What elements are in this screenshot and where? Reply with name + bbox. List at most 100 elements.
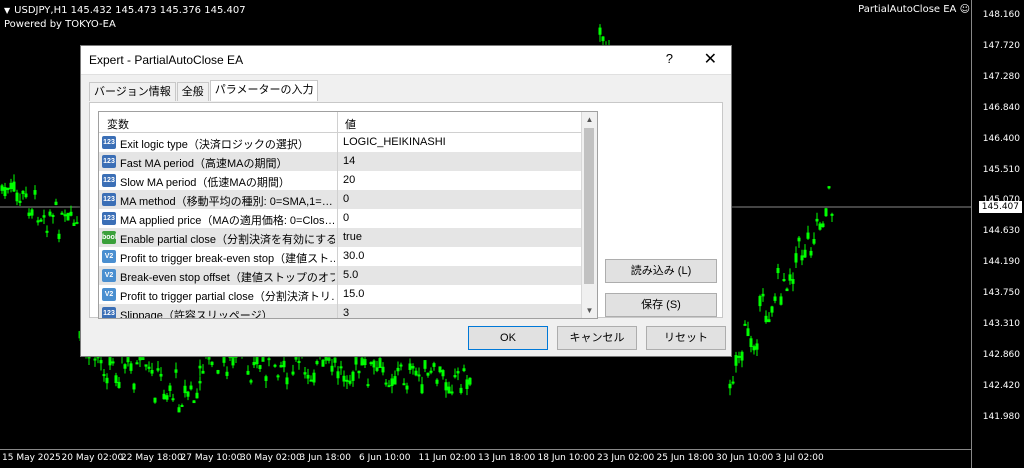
ea-label[interactable]: PartialAutoClose EA ☺ [858, 4, 970, 15]
candle-body [273, 364, 277, 367]
candle-body [93, 358, 97, 361]
candle-body [459, 387, 463, 393]
candle-body [159, 373, 163, 377]
help-button[interactable]: ? [666, 51, 673, 66]
candle-body [761, 293, 765, 297]
time-tick-label: 20 May 02:00 [61, 453, 124, 463]
candle-body [420, 384, 424, 394]
candle-body [249, 380, 253, 383]
column-header-variable[interactable]: 変数 [107, 116, 129, 132]
scroll-down-icon[interactable]: ▼ [582, 303, 597, 318]
candle-body [375, 367, 379, 371]
tab-input-parameters[interactable]: パラメーターの入力 [209, 80, 319, 101]
parameter-row[interactable]: V2 Break-even stop offset（建値ストップのオフ… 5.0 [99, 266, 597, 285]
integer-type-icon: 123 [102, 155, 116, 168]
candle-body [60, 212, 64, 215]
scroll-up-icon[interactable]: ▲ [582, 112, 597, 127]
candle-body [321, 359, 325, 367]
candle-body [465, 379, 469, 389]
dropdown-triangle-icon[interactable]: ▼ [4, 4, 10, 18]
parameter-row[interactable]: 123 Slippage（許容スリッページ） 3 [99, 304, 597, 319]
scroll-thumb[interactable] [584, 128, 594, 284]
candle-body [297, 360, 301, 363]
candle-body [177, 407, 181, 413]
parameter-row[interactable]: bool Enable partial close（分割決済を有効にする… true [99, 228, 597, 247]
candle-body [393, 376, 397, 385]
ok-button[interactable]: OK [468, 326, 548, 350]
candle-body [21, 190, 25, 195]
load-button[interactable]: 読み込み (L) [605, 259, 717, 283]
candle-body [806, 232, 810, 239]
parameter-value[interactable]: 0 [343, 193, 349, 205]
candle-body [354, 356, 358, 365]
parameter-row[interactable]: 123 Exit logic type（決済ロジックの選択） LOGIC_HEIKI… [99, 133, 597, 152]
parameter-value[interactable]: LOGIC_HEIKINASHI [343, 136, 446, 148]
price-chart[interactable]: ▼ USDJPY,H1 145.432 145.473 145.376 145.4… [0, 0, 1024, 468]
parameter-row[interactable]: 123 MA applied price（MAの適用価格: 0=Clos… 0 [99, 209, 597, 228]
parameter-row[interactable]: V2 Profit to trigger break-even stop（建値スト… [99, 247, 597, 266]
candle-body [776, 267, 780, 274]
parameter-name: Profit to trigger break-even stop（建値スト… [120, 253, 335, 265]
powered-by: Powered by TOKYO-EA [4, 19, 116, 30]
candle-body [147, 366, 151, 369]
candle-body [809, 250, 813, 256]
candle-body [743, 323, 747, 326]
column-header-value[interactable]: 値 [345, 116, 356, 132]
candle-body [791, 279, 795, 284]
parameter-row[interactable]: 123 Slow MA period（低速MAの期間） 20 [99, 171, 597, 190]
candle-body [758, 296, 762, 307]
candle-body [770, 306, 774, 313]
parameter-value[interactable]: 30.0 [343, 250, 364, 262]
parameter-name: Slippage（許容スリッページ） [120, 310, 273, 319]
candle-body [183, 385, 187, 394]
candle-body [366, 384, 370, 387]
parameter-value[interactable]: 0 [343, 212, 349, 224]
candle-body [111, 361, 115, 364]
parameter-value[interactable]: true [343, 231, 362, 243]
price-axis[interactable]: 145.407 148.160 147.720 147.280 146.840 146.… [971, 0, 1024, 468]
candle-body [9, 182, 13, 190]
cancel-button[interactable]: キャンセル [557, 326, 637, 350]
candle-body [51, 215, 55, 218]
parameter-value[interactable]: 15.0 [343, 288, 364, 300]
candle-body [426, 372, 430, 376]
candle-body [360, 357, 364, 366]
candle-body [402, 383, 406, 386]
parameter-value[interactable]: 3 [343, 307, 349, 318]
price-tick-label: 145.510 [982, 164, 1020, 175]
candle-body [255, 356, 259, 365]
parameter-row[interactable]: 123 MA method（移動平均の種別: 0=SMA,1=… 0 [99, 190, 597, 209]
parameter-value[interactable]: 5.0 [343, 269, 358, 281]
dialog-titlebar[interactable]: Expert - PartialAutoClose EA ? ✕ [81, 46, 731, 75]
price-tick-label: 146.840 [982, 102, 1020, 113]
symbol-line: USDJPY,H1 145.432 145.473 145.376 145.40… [14, 5, 246, 16]
save-button[interactable]: 保存 (S) [605, 293, 717, 317]
candle-body [45, 230, 49, 233]
price-tick-label: 143.750 [982, 288, 1020, 299]
candle-body [342, 375, 346, 382]
vertical-scrollbar[interactable]: ▲ ▼ [581, 112, 597, 318]
candle-body [69, 211, 73, 216]
candle-body [405, 385, 409, 390]
reset-button[interactable]: リセット [646, 326, 726, 350]
candle-body [731, 381, 735, 384]
candle-body [444, 382, 448, 391]
parameter-row[interactable]: V2 Profit to trigger partial close（分割決済トリ… [99, 285, 597, 304]
parameter-value[interactable]: 14 [343, 155, 355, 167]
parameter-row[interactable]: 123 Fast MA period（高速MAの期間） 14 [99, 152, 597, 171]
candle-body [3, 187, 7, 197]
time-tick-label: 13 Jun 18:00 [478, 453, 536, 463]
candle-body [138, 356, 142, 361]
close-icon[interactable]: ✕ [704, 49, 717, 69]
tab-general[interactable]: 全般 [176, 82, 209, 101]
parameter-value[interactable]: 20 [343, 174, 355, 186]
candle-body [815, 218, 819, 222]
tab-bar: バージョン情報 全般 パラメーターの入力 [89, 80, 319, 102]
candle-body [42, 215, 46, 218]
candle-body [339, 366, 343, 369]
candle-body [387, 385, 391, 388]
time-axis[interactable]: 15 May 2025 20 May 02:00 22 May 18:00 27 Ma… [0, 449, 972, 468]
tab-version-info[interactable]: バージョン情報 [89, 82, 176, 101]
candle-body [165, 395, 169, 400]
candle-body [803, 249, 807, 258]
